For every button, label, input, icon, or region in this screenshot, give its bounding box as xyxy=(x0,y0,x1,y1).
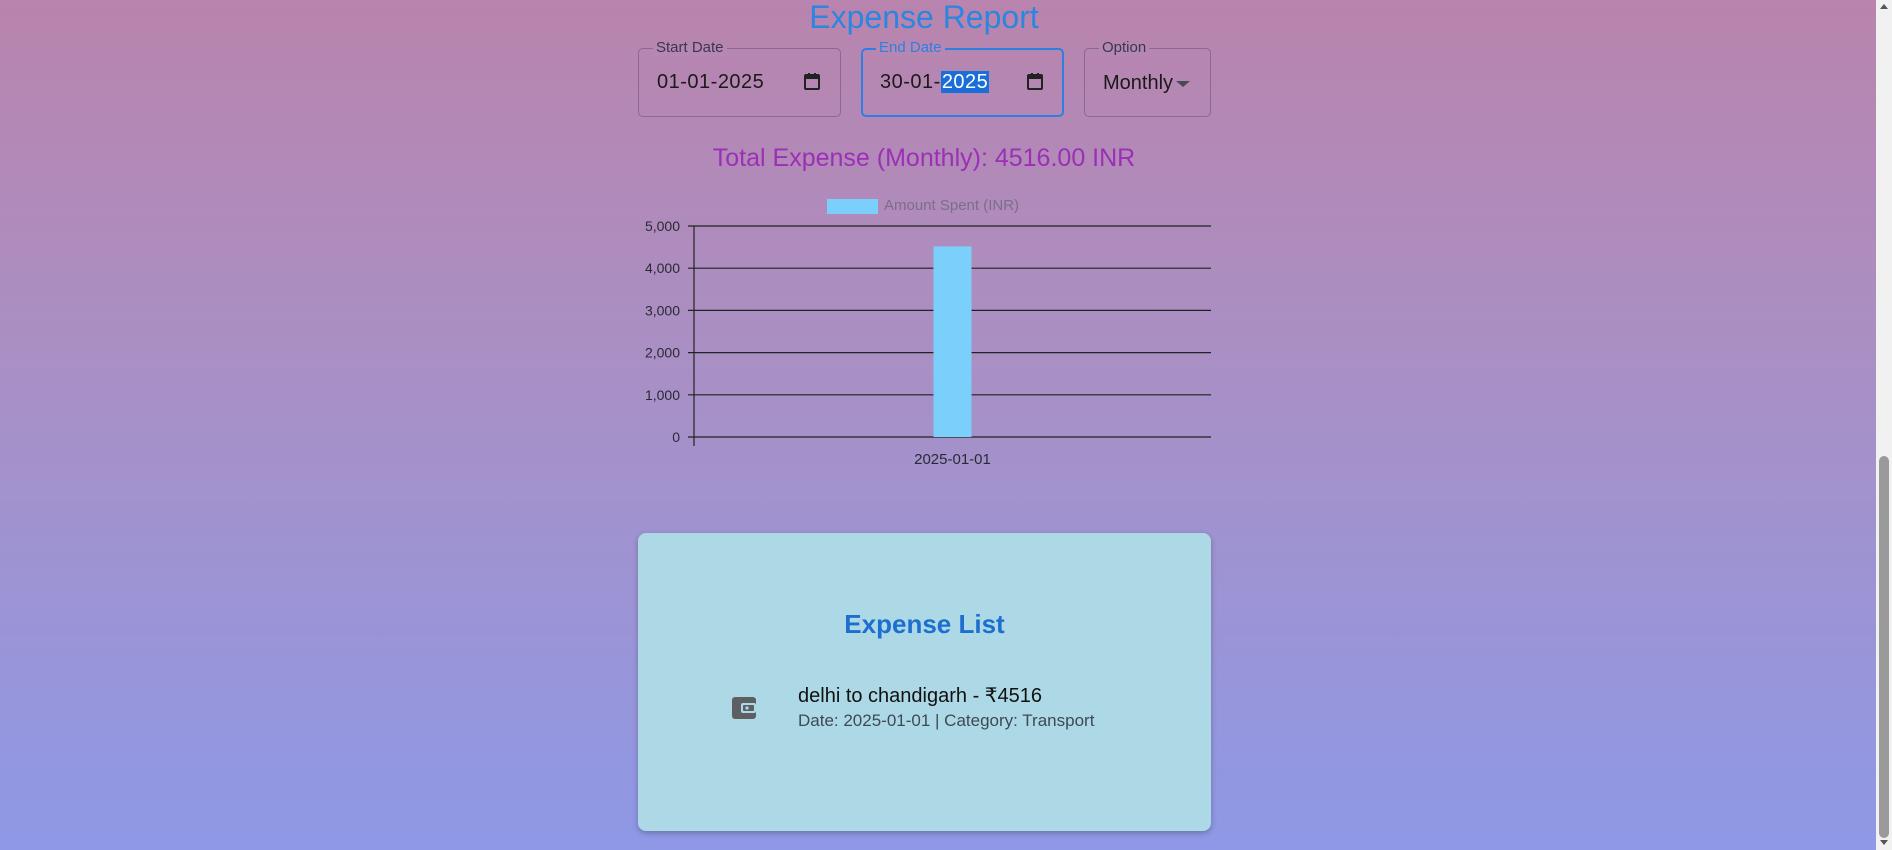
y-tick-label: 0 xyxy=(672,429,680,445)
y-tick-label: 4,000 xyxy=(645,260,680,276)
chart-bars xyxy=(933,246,972,437)
expense-item-title: delhi to chandigarh - ₹4516 xyxy=(798,685,1043,707)
y-tick-label: 1,000 xyxy=(645,387,680,403)
y-tick-label: 3,000 xyxy=(645,302,680,318)
scrollbar-thumb[interactable] xyxy=(1879,456,1889,838)
chart-bar xyxy=(933,246,972,437)
scroll-down-icon[interactable] xyxy=(1880,840,1888,845)
chart-y-ticks: 0 1,000 2,000 3,000 4,000 5,000 xyxy=(645,218,680,445)
expense-chart: 0 1,000 2,000 3,000 4,000 5,000 2025-01-01 xyxy=(645,218,1211,468)
wallet-icon xyxy=(732,697,756,719)
scroll-up-icon[interactable] xyxy=(1880,4,1888,9)
expense-list-card: Expense List delhi to chandigarh - ₹4516… xyxy=(638,533,1211,831)
vertical-scrollbar[interactable] xyxy=(1876,0,1892,850)
y-tick-label: 2,000 xyxy=(645,345,680,361)
chart-x-ticks: 2025-01-01 xyxy=(914,451,991,468)
expense-item-details: Date: 2025-01-01 | Category: Transport xyxy=(798,711,1095,730)
y-tick-label: 5,000 xyxy=(645,218,680,234)
x-tick-label: 2025-01-01 xyxy=(914,451,991,468)
expense-list-title: Expense List xyxy=(844,609,1005,639)
